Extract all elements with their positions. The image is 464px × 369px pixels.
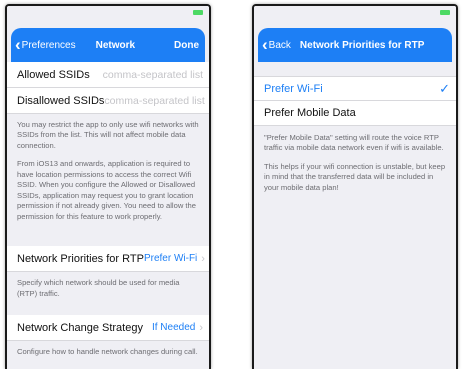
- back-button[interactable]: ‹ Back: [258, 34, 291, 54]
- status-bar: [7, 6, 209, 28]
- ssid-help-text: You may restrict the app to only use wif…: [7, 114, 209, 234]
- ssid-help-paragraph-1: You may restrict the app to only use wif…: [17, 120, 199, 150]
- rtp-priority-label: Network Priorities for RTP: [17, 252, 144, 265]
- chevron-right-icon: ›: [199, 321, 203, 334]
- page-title: Network: [95, 39, 136, 51]
- network-change-strategy-help-text: Configure how to handle network changes …: [17, 347, 198, 357]
- phone-network-settings: ‹ Preferences Network Done Allowed SSIDs…: [5, 4, 211, 369]
- back-button-label: Back: [268, 39, 291, 51]
- disallowed-ssids-input[interactable]: comma-separated list: [104, 95, 204, 107]
- rtp-priority-value: Prefer Wi-Fi: [143, 253, 198, 265]
- allowed-ssids-row[interactable]: Allowed SSIDs comma-separated list: [7, 62, 209, 88]
- rtp-help-text: "Prefer Mobile Data" setting will route …: [254, 126, 456, 205]
- ssid-help-paragraph-2: From iOS13 and onwards, application is r…: [17, 159, 196, 221]
- navigation-bar: ‹ Preferences Network Done: [11, 28, 205, 62]
- chevron-right-icon: ›: [201, 252, 205, 265]
- phone-rtp-priorities: ‹ Back Network Priorities for RTP Prefer…: [252, 4, 458, 369]
- network-change-strategy-value: If Needed: [151, 322, 196, 334]
- option-prefer-wifi[interactable]: Prefer Wi-Fi ✓: [254, 76, 456, 101]
- rtp-priority-row[interactable]: Network Priorities for RTP Prefer Wi-Fi …: [7, 246, 209, 273]
- disallowed-ssids-row[interactable]: Disallowed SSIDs comma-separated list: [7, 88, 209, 114]
- option-prefer-mobile-data[interactable]: Prefer Mobile Data: [254, 101, 456, 126]
- status-bar: [254, 6, 456, 28]
- chevron-left-icon: ‹: [15, 34, 21, 54]
- back-button-label: Preferences: [21, 39, 76, 51]
- options-list: Prefer Wi-Fi ✓ Prefer Mobile Data "Prefe…: [254, 62, 456, 205]
- network-change-strategy-help: Configure how to handle network changes …: [7, 341, 209, 369]
- rtp-help-paragraph-2: This helps if your wifi connection is un…: [264, 161, 446, 192]
- option-label: Prefer Wi-Fi: [264, 82, 323, 95]
- allowed-ssids-label: Allowed SSIDs: [17, 68, 90, 81]
- network-change-strategy-label: Network Change Strategy: [17, 321, 143, 334]
- chevron-left-icon: ‹: [262, 34, 268, 54]
- checkmark-icon: ✓: [439, 80, 450, 96]
- allowed-ssids-input[interactable]: comma-separated list: [103, 69, 203, 81]
- disallowed-ssids-label: Disallowed SSIDs: [17, 94, 105, 107]
- rtp-priority-help-text: Specify which network should be used for…: [17, 278, 180, 298]
- navigation-bar: ‹ Back Network Priorities for RTP: [258, 28, 452, 62]
- option-label: Prefer Mobile Data: [264, 107, 356, 119]
- battery-icon: [440, 10, 450, 15]
- page-title: Network Priorities for RTP: [299, 39, 425, 51]
- network-change-strategy-row[interactable]: Network Change Strategy If Needed ›: [7, 315, 209, 342]
- done-button[interactable]: Done: [174, 40, 199, 51]
- rtp-priority-help: Specify which network should be used for…: [7, 272, 209, 311]
- rtp-help-paragraph-1: "Prefer Mobile Data" setting will route …: [264, 133, 444, 153]
- back-button[interactable]: ‹ Preferences: [11, 34, 76, 54]
- battery-icon: [193, 10, 203, 15]
- settings-list: Allowed SSIDs comma-separated list Disal…: [7, 62, 209, 369]
